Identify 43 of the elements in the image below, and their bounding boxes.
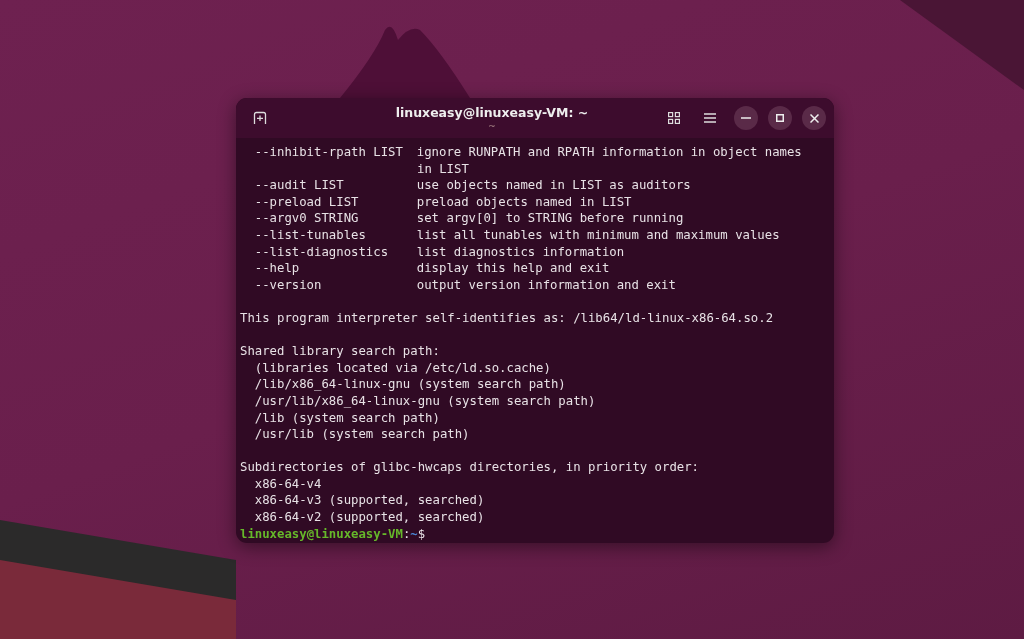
prompt-symbol: $ bbox=[417, 525, 426, 543]
option-description: set argv[0] to STRING before running bbox=[416, 210, 684, 227]
output-line: /usr/lib (system search path) bbox=[254, 426, 470, 443]
option-name: --inhibit-rpath LIST bbox=[254, 144, 404, 161]
option-description: in LIST bbox=[417, 160, 469, 178]
option-description: use objects named in LIST as auditors bbox=[416, 177, 691, 194]
minimize-icon bbox=[741, 117, 751, 119]
output-line: Shared library search path: bbox=[240, 343, 440, 360]
option-description: ignore RUNPATH and RPATH information in object names bbox=[416, 144, 802, 161]
output-line: This program interpreter self-identifies as: /lib64/ld-linux-x86-64.so.2 bbox=[240, 309, 774, 327]
option-name: --argv0 STRING bbox=[254, 210, 360, 227]
option-name: --help bbox=[254, 260, 301, 277]
option-name: --list-diagnostics bbox=[254, 243, 390, 261]
grid-icon bbox=[668, 112, 680, 124]
option-description: preload objects named in LIST bbox=[416, 193, 632, 211]
option-name: --preload LIST bbox=[254, 193, 360, 211]
window-title: linuxeasy@linuxeasy-VM: ~ bbox=[395, 105, 589, 121]
option-name: --audit LIST bbox=[254, 177, 345, 194]
minimize-button[interactable] bbox=[734, 106, 758, 130]
prompt-separator: : bbox=[402, 525, 411, 543]
option-description: list diagnostics information bbox=[416, 243, 625, 261]
menu-icon bbox=[704, 113, 716, 123]
maximize-icon bbox=[776, 114, 784, 122]
output-line: /lib (system search path) bbox=[254, 409, 440, 427]
option-description: list all tunables with minimum and maximum values bbox=[416, 226, 780, 244]
option-name: --version bbox=[254, 276, 323, 294]
new-tab-icon bbox=[253, 111, 267, 125]
output-line: /usr/lib/x86_64-linux-gnu (system search path) bbox=[254, 392, 596, 410]
output-line: x86-64-v4 bbox=[254, 475, 322, 493]
option-name: --list-tunables bbox=[254, 226, 367, 244]
prompt-user-host: linuxeasy@linuxeasy-VM bbox=[240, 525, 403, 543]
window-subtitle: ~ bbox=[488, 121, 496, 131]
output-line: /lib/x86_64-linux-gnu (system search path) bbox=[254, 376, 566, 393]
output-line: Subdirectories of glibc-hwcaps directories, in priority order: bbox=[240, 459, 699, 476]
close-icon bbox=[809, 113, 819, 123]
output-line: x86-64-v2 (supported, searched) bbox=[254, 509, 485, 526]
close-button[interactable] bbox=[802, 106, 826, 130]
output-line: x86-64-v3 (supported, searched) bbox=[254, 492, 485, 510]
option-description: display this help and exit bbox=[416, 260, 610, 277]
prompt-path: ~ bbox=[410, 525, 418, 543]
maximize-button[interactable] bbox=[768, 106, 792, 130]
option-description: output version information and exit bbox=[416, 276, 676, 294]
output-line: (libraries located via /etc/ld.so.cache) bbox=[254, 359, 551, 377]
